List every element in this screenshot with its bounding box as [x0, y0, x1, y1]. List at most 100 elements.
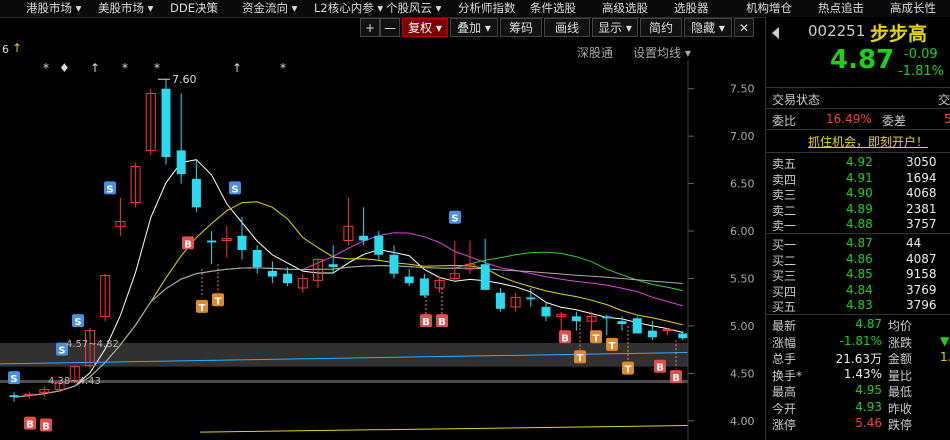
menu-item-condition[interactable]: 条件选股 [530, 0, 576, 16]
y-tick-label: 7.00 [730, 130, 755, 143]
candle-body-down [374, 235, 384, 255]
book-price: 4.86 [846, 251, 873, 266]
candle-body-down [647, 330, 657, 338]
hide-dropdown[interactable]: 隐藏 ▾ [684, 18, 732, 37]
book-level-label: 卖四 [772, 172, 797, 187]
menu-item-growth[interactable]: 高成长性 [890, 0, 936, 16]
signal-badge-text: T [199, 303, 206, 314]
stat-label: 最低 [888, 385, 913, 399]
menu-item-screener[interactable]: 选股器 [674, 0, 709, 16]
corner-number: 6 [2, 43, 9, 56]
weicha-value: 5 [944, 112, 950, 126]
signal-b-badge: B [420, 314, 432, 328]
top-signal-mark: * [154, 61, 160, 75]
book-volume: 44 [906, 236, 922, 250]
book-level-label: 买三 [772, 269, 797, 283]
signal-badge-text: B [561, 333, 569, 344]
signal-s-badge: S [8, 371, 20, 385]
trade-status-right: 交 [938, 93, 950, 107]
book-volume: 3757 [906, 217, 937, 231]
menu-item-hotspot[interactable]: 热点追击 [818, 0, 864, 16]
candle-body-down [389, 254, 399, 274]
book-price: 4.83 [846, 298, 873, 312]
book-price: 4.88 [846, 217, 873, 231]
simple-mode-button[interactable]: 简约 [640, 18, 682, 37]
stat-label: 最新 [772, 319, 797, 333]
stat-value: 21.63万 [835, 352, 882, 366]
book-level-label: 买二 [772, 253, 797, 268]
adjust-price-dropdown[interactable]: 复权 ▾ [402, 18, 448, 37]
shenzhen-connect-link[interactable]: 深股通 [577, 44, 613, 61]
candle-body-down [678, 333, 688, 339]
signal-s-badge: S [72, 314, 84, 328]
candle-body-up [24, 393, 35, 396]
price-change-pct: -1.81% [898, 64, 944, 79]
signal-b-badge: B [182, 236, 194, 250]
display-dropdown[interactable]: 显示 ▾ [592, 18, 638, 37]
signal-badge-text: B [422, 317, 430, 328]
book-level-label: 买一 [772, 238, 797, 252]
book-volume: 4068 [906, 186, 937, 200]
moving-average-lines [0, 159, 689, 433]
draw-line-button[interactable]: 画线 [544, 18, 590, 37]
signal-markers: SSSS SSB BBTTB BBTTTT BB [8, 181, 682, 433]
menu-item-advanced[interactable]: 高级选股 [602, 0, 648, 16]
signal-t-badge: T [212, 293, 224, 307]
chip-distribution-button[interactable]: 筹码 [500, 18, 542, 37]
close-icon[interactable]: ✕ [734, 18, 754, 37]
signal-badge-text: S [231, 184, 238, 195]
menu-item-analyst[interactable]: 分析师指数 [458, 0, 516, 16]
signal-badge-text: S [106, 184, 113, 195]
stat-value: 4.93 [855, 399, 882, 414]
candle-body-down [252, 250, 262, 268]
overlay-dropdown[interactable]: 叠加 ▾ [450, 18, 498, 37]
panel-tab-marker[interactable] [772, 27, 779, 39]
top-signal-mark: ↑ [232, 61, 242, 75]
candle-body-down [632, 318, 642, 334]
stock-code: 002251 [808, 22, 866, 40]
menu-item-fund-flow[interactable]: 资金流向 ▾ [242, 0, 297, 16]
menu-item-stock-news[interactable]: 个股风云 ▾ [386, 0, 441, 16]
menu-item-us[interactable]: 美股市场 ▾ [98, 0, 153, 16]
ma-settings-dropdown[interactable]: 设置均线 ▾ [633, 44, 691, 61]
signal-t-badge: T [574, 350, 586, 364]
signal-badge-text: T [609, 341, 616, 352]
last-price: 4.87 [830, 45, 895, 75]
signal-s-badge: S [104, 181, 116, 195]
book-volume: 2381 [906, 201, 937, 216]
top-signal-mark: * [280, 61, 286, 75]
candle-body-down [602, 316, 612, 319]
signal-t-badge: T [622, 361, 634, 376]
menu-item-hk[interactable]: 港股市场 ▾ [26, 0, 81, 16]
candle-body-down [328, 264, 338, 268]
signal-t-badge: T [590, 330, 602, 344]
book-price: 4.84 [846, 282, 873, 297]
signal-badge-text: B [438, 317, 446, 328]
zoom-in-button[interactable]: + [360, 18, 380, 37]
stat-label: 总手 [772, 352, 797, 366]
menu-item-l2[interactable]: L2核心内参 ▾ [314, 0, 383, 16]
stat-value: 4.95 [855, 383, 882, 397]
signal-b-badge: B [670, 370, 682, 384]
divider [766, 87, 950, 88]
top-menu-bar: 港股市场 ▾ 美股市场 ▾ DDE决策 资金流向 ▾ L2核心内参 ▾ 个股风云… [0, 0, 950, 18]
book-volume: 3769 [906, 282, 937, 297]
signal-badge-text: T [577, 353, 584, 364]
range-label-lower: 4.38~4.43 [48, 376, 101, 387]
stat-label: 换手* [772, 368, 803, 383]
kline-chart[interactable]: SSSS SSB BBTTB BBTTTT BB 7.507.006.506.005.5… [0, 60, 765, 440]
candle-body-down [191, 178, 201, 208]
top-signal-mark: ↑ [90, 61, 100, 75]
stat-value: 5.46 [855, 416, 882, 430]
signal-t-badge: T [196, 299, 208, 314]
menu-item-dde[interactable]: DDE决策 [170, 0, 218, 16]
y-tick-label: 5.50 [730, 272, 755, 285]
chart-toolbar: + — 复权 ▾ 叠加 ▾ 筹码 画线 显示 ▾ 简约 隐藏 ▾ ✕ [360, 18, 760, 38]
candle-body-down [9, 395, 19, 398]
candle-body-down [207, 240, 217, 243]
open-account-link[interactable]: 抓住机会，即刻开户！ [808, 133, 928, 150]
menu-item-institution[interactable]: 机构增仓 [746, 0, 792, 16]
candle-body-down [480, 264, 490, 290]
zoom-out-button[interactable]: — [380, 18, 400, 37]
signal-badge-text: B [672, 373, 680, 384]
